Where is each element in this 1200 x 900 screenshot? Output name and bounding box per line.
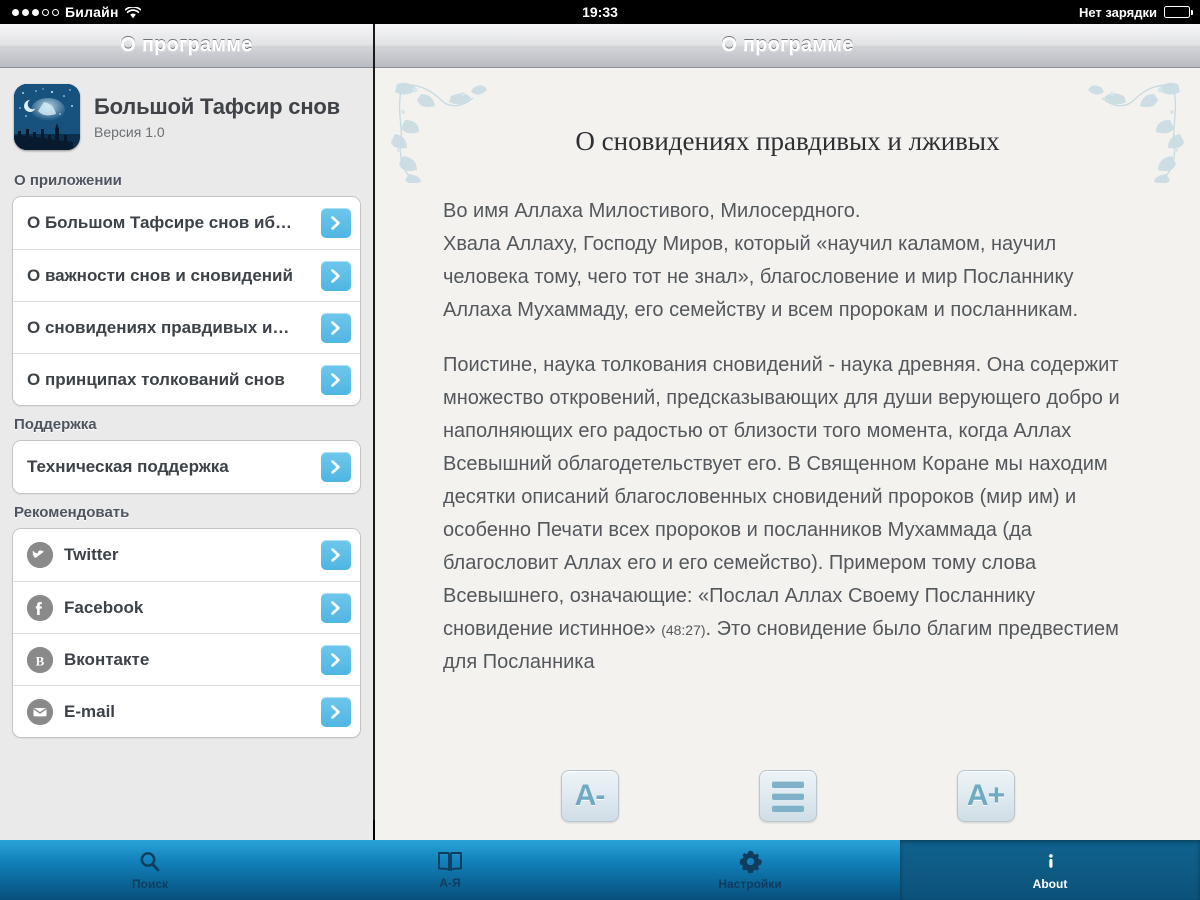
book-icon (437, 850, 463, 873)
sidebar-panel[interactable]: Большой Тафсир снов Версия 1.0 О приложе… (0, 68, 373, 840)
list-item[interactable]: Facebook (13, 581, 360, 633)
floral-ornament-icon (389, 78, 489, 183)
article-panel[interactable]: О сновидениях правдивых и лживых Во имя … (375, 68, 1200, 840)
tab-bar: Поиск А-Я Настройки About (0, 840, 1200, 900)
font-control-bar: A- A+ (375, 752, 1200, 840)
app-night-sky-icon (14, 84, 80, 150)
list-item[interactable]: О сновидениях правдивых и… (13, 301, 360, 353)
list-item-label: О Большом Тафсире снов иб… (27, 213, 321, 233)
article-body: Во имя Аллаха Милостивого, Милосердного.… (375, 157, 1200, 679)
content-navigation-bar: О программе (375, 24, 1200, 68)
list-item-label: Вконтакте (64, 650, 321, 670)
list-item-label: Twitter (64, 545, 321, 565)
chevron-right-icon[interactable] (321, 593, 351, 623)
chevron-right-icon[interactable] (321, 697, 351, 727)
content-nav-title: О программе (721, 34, 853, 57)
list-item[interactable]: О важности снов и сновидений (13, 249, 360, 301)
info-icon (1038, 849, 1063, 874)
list-lines-icon (772, 781, 804, 812)
panel-divider (373, 24, 375, 820)
app-screen: Билайн 19:33 Нет зарядки О программе О п… (0, 0, 1200, 900)
chevron-right-icon[interactable] (321, 365, 351, 395)
twitter-icon (27, 542, 53, 568)
list-item[interactable]: О Большом Тафсире снов иб… (13, 197, 360, 249)
app-version: Версия 1.0 (94, 124, 340, 140)
list-item[interactable]: Техническая поддержка (13, 441, 360, 493)
quran-reference: (48:27) (661, 622, 705, 638)
list-view-button[interactable] (759, 770, 817, 822)
font-decrease-icon: A- (575, 779, 605, 813)
tab-az[interactable]: А-Я (300, 840, 600, 900)
article-title: О сновидениях правдивых и лживых (375, 68, 1200, 157)
list-item-label: О важности снов и сновидений (27, 266, 321, 286)
app-name: Большой Тафсир снов (94, 94, 340, 120)
status-bar: Билайн 19:33 Нет зарядки (0, 0, 1200, 24)
list-item[interactable]: B Вконтакте (13, 633, 360, 685)
sidebar-navigation-bar: О программе (0, 24, 373, 68)
app-meta: Большой Тафсир снов Версия 1.0 (94, 94, 340, 140)
section-header-recommend: Рекомендовать (0, 494, 373, 528)
section-header-about: О приложении (0, 162, 373, 196)
clock: 19:33 (0, 4, 1200, 20)
tab-label: About (1033, 877, 1068, 891)
list-item-label: E-mail (64, 702, 321, 722)
font-increase-icon: A+ (967, 779, 1004, 813)
chevron-right-icon[interactable] (321, 645, 351, 675)
list-item[interactable]: E-mail (13, 685, 360, 737)
chevron-right-icon[interactable] (321, 540, 351, 570)
tab-search[interactable]: Поиск (0, 840, 300, 900)
list-item[interactable]: Twitter (13, 529, 360, 581)
font-increase-button[interactable]: A+ (957, 770, 1015, 822)
list-item-label: Техническая поддержка (27, 457, 321, 477)
list-item-label: О принципах толкований снов (27, 370, 321, 390)
article-paragraph-text: Поистине, наука толкования сновидений - … (443, 354, 1120, 640)
list-item-label: О сновидениях правдивых и… (27, 318, 321, 338)
sidebar-nav-title: О программе (120, 34, 252, 57)
chevron-right-icon[interactable] (321, 313, 351, 343)
list-group-about: О Большом Тафсире снов иб… О важности сн… (12, 196, 361, 406)
list-group-recommend: Twitter Facebook B Вконтакте (12, 528, 361, 738)
gear-icon (738, 849, 763, 874)
section-header-support: Поддержка (0, 406, 373, 440)
font-decrease-button[interactable]: A- (561, 770, 619, 822)
list-group-support: Техническая поддержка (12, 440, 361, 494)
email-icon (27, 699, 53, 725)
vkontakte-icon: B (27, 647, 53, 673)
article-paragraph: Поистине, наука толкования сновидений - … (443, 349, 1145, 679)
tab-label: А-Я (439, 876, 460, 890)
tab-about[interactable]: About (900, 840, 1200, 900)
chevron-right-icon[interactable] (321, 452, 351, 482)
tab-settings[interactable]: Настройки (600, 840, 900, 900)
list-item[interactable]: О принципах толкований снов (13, 353, 360, 405)
article-paragraph: Во имя Аллаха Милостивого, Милосердного.… (443, 195, 1145, 327)
search-icon (138, 850, 162, 874)
tab-label: Настройки (718, 877, 781, 891)
chevron-right-icon[interactable] (321, 261, 351, 291)
list-item-label: Facebook (64, 598, 321, 618)
facebook-icon (27, 595, 53, 621)
floral-ornament-icon (1086, 78, 1186, 183)
tab-label: Поиск (132, 877, 168, 891)
app-header: Большой Тафсир снов Версия 1.0 (0, 68, 373, 162)
battery-icon (1164, 6, 1190, 18)
chevron-right-icon[interactable] (321, 208, 351, 238)
svg-text:B: B (36, 653, 45, 668)
